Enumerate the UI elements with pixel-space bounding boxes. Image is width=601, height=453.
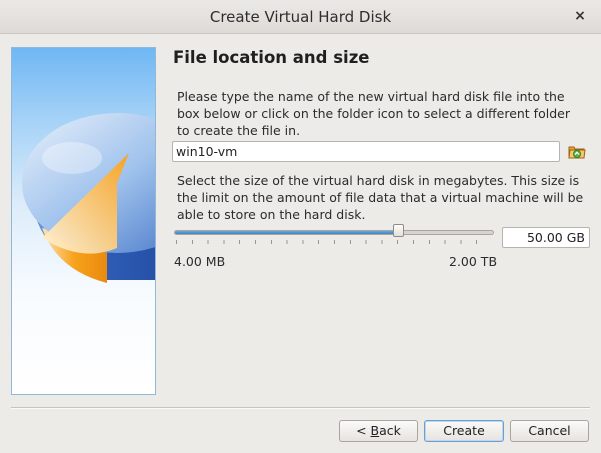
cancel-button[interactable]: Cancel (510, 420, 589, 442)
back-button[interactable]: < Back (339, 420, 418, 442)
create-button[interactable]: Create (424, 420, 504, 442)
folder-select-icon[interactable] (568, 143, 586, 161)
disk-size-slider[interactable] (173, 224, 495, 244)
slider-min-label: 4.00 MB (174, 254, 226, 269)
slider-ticks (176, 240, 492, 244)
file-location-input[interactable] (172, 141, 560, 162)
window-title: Create Virtual Hard Disk (209, 8, 392, 26)
location-description: Please type the name of the new virtual … (177, 89, 570, 138)
close-icon[interactable]: × (571, 7, 589, 25)
disk-size-input[interactable] (502, 227, 590, 248)
title-bar: Create Virtual Hard Disk × (0, 0, 601, 34)
slider-fill (175, 231, 399, 234)
disk-pie-graphic (22, 113, 155, 283)
create-virtual-hard-disk-dialog: Create Virtual Hard Disk × File location… (0, 0, 601, 453)
slider-max-label: 2.00 TB (449, 254, 498, 269)
button-divider (11, 407, 590, 409)
folder-icon (568, 146, 586, 159)
hard-disk-illustration (11, 47, 156, 395)
back-button-prefix: < (356, 423, 371, 438)
back-button-label: ack (379, 423, 401, 438)
size-description: Select the size of the virtual hard disk… (177, 173, 584, 222)
page-title: File location and size (173, 48, 370, 67)
back-button-mnemonic: B (370, 423, 380, 438)
slider-track[interactable] (174, 230, 494, 235)
slider-handle[interactable] (393, 224, 404, 237)
